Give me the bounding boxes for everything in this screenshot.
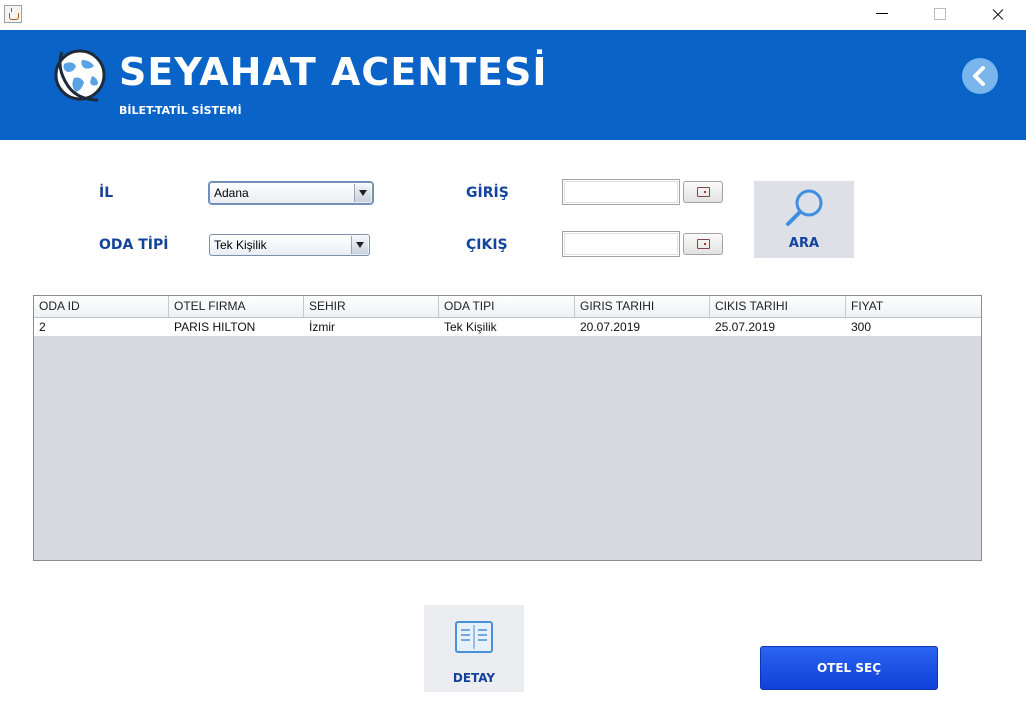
city-dropdown[interactable]: Adana bbox=[209, 182, 373, 204]
column-header[interactable]: GIRIS TARIHI bbox=[575, 296, 710, 317]
table-cell: PARIS HILTON bbox=[174, 320, 256, 334]
table-cell: 20.07.2019 bbox=[580, 320, 641, 334]
column-header[interactable]: ODA ID bbox=[34, 296, 169, 317]
chevron-left-icon bbox=[973, 66, 985, 86]
checkout-label: ÇIKIŞ bbox=[466, 237, 508, 253]
chevron-down-icon bbox=[351, 236, 368, 254]
details-list-icon bbox=[455, 621, 493, 653]
table-row[interactable]: 2 PARIS HILTON İzmir Tek Kişilik 20.07.2… bbox=[34, 318, 981, 336]
table-cell: 25.07.2019 bbox=[715, 320, 776, 334]
checkout-calendar-button[interactable] bbox=[683, 233, 723, 255]
results-table[interactable]: ODA ID OTEL FIRMA SEHIR ODA TIPI GIRIS T… bbox=[33, 295, 982, 561]
checkout-date-field[interactable] bbox=[562, 231, 680, 257]
java-app-icon bbox=[4, 5, 22, 23]
checkin-calendar-button[interactable] bbox=[683, 181, 723, 203]
detail-button-label: DETAY bbox=[452, 671, 496, 685]
room-type-dropdown-value: Tek Kişilik bbox=[214, 238, 267, 252]
room-type-dropdown[interactable]: Tek Kişilik bbox=[209, 234, 370, 256]
column-header[interactable]: OTEL FIRMA bbox=[169, 296, 304, 317]
table-cell: 2 bbox=[39, 320, 46, 334]
column-header[interactable]: FIYAT bbox=[846, 296, 981, 317]
room-type-label: ODA TİPİ bbox=[99, 237, 169, 253]
back-button[interactable] bbox=[962, 58, 998, 94]
table-cell: Tek Kişilik bbox=[444, 320, 497, 334]
checkin-label: GİRİŞ bbox=[466, 185, 509, 201]
maximize-icon[interactable] bbox=[916, 0, 962, 30]
close-icon[interactable] bbox=[974, 0, 1020, 30]
checkin-date-field[interactable] bbox=[562, 179, 680, 205]
search-button-label: ARA bbox=[788, 236, 820, 251]
detail-button[interactable]: DETAY bbox=[424, 605, 524, 692]
search-icon bbox=[786, 189, 823, 226]
chevron-down-icon bbox=[354, 184, 371, 202]
window-titlebar bbox=[0, 0, 1026, 30]
city-dropdown-value: Adana bbox=[214, 186, 249, 200]
calendar-icon bbox=[697, 187, 710, 197]
table-cell: 300 bbox=[851, 320, 872, 334]
city-label: İL bbox=[99, 185, 114, 201]
calendar-icon bbox=[697, 239, 710, 249]
app-title: SEYAHAT ACENTESİ bbox=[119, 50, 548, 94]
select-hotel-button[interactable]: OTEL SEÇ bbox=[760, 646, 938, 690]
table-cell: İzmir bbox=[309, 320, 335, 334]
search-button[interactable]: ARA bbox=[754, 181, 854, 258]
column-header[interactable]: SEHIR bbox=[304, 296, 439, 317]
column-header[interactable]: ODA TIPI bbox=[439, 296, 575, 317]
column-header[interactable]: CIKIS TARIHI bbox=[710, 296, 846, 317]
minimize-icon[interactable] bbox=[858, 0, 904, 30]
globe-icon bbox=[54, 49, 106, 102]
table-header: ODA ID OTEL FIRMA SEHIR ODA TIPI GIRIS T… bbox=[34, 296, 981, 318]
app-subtitle: BİLET-TATİL SİSTEMİ bbox=[119, 104, 242, 117]
